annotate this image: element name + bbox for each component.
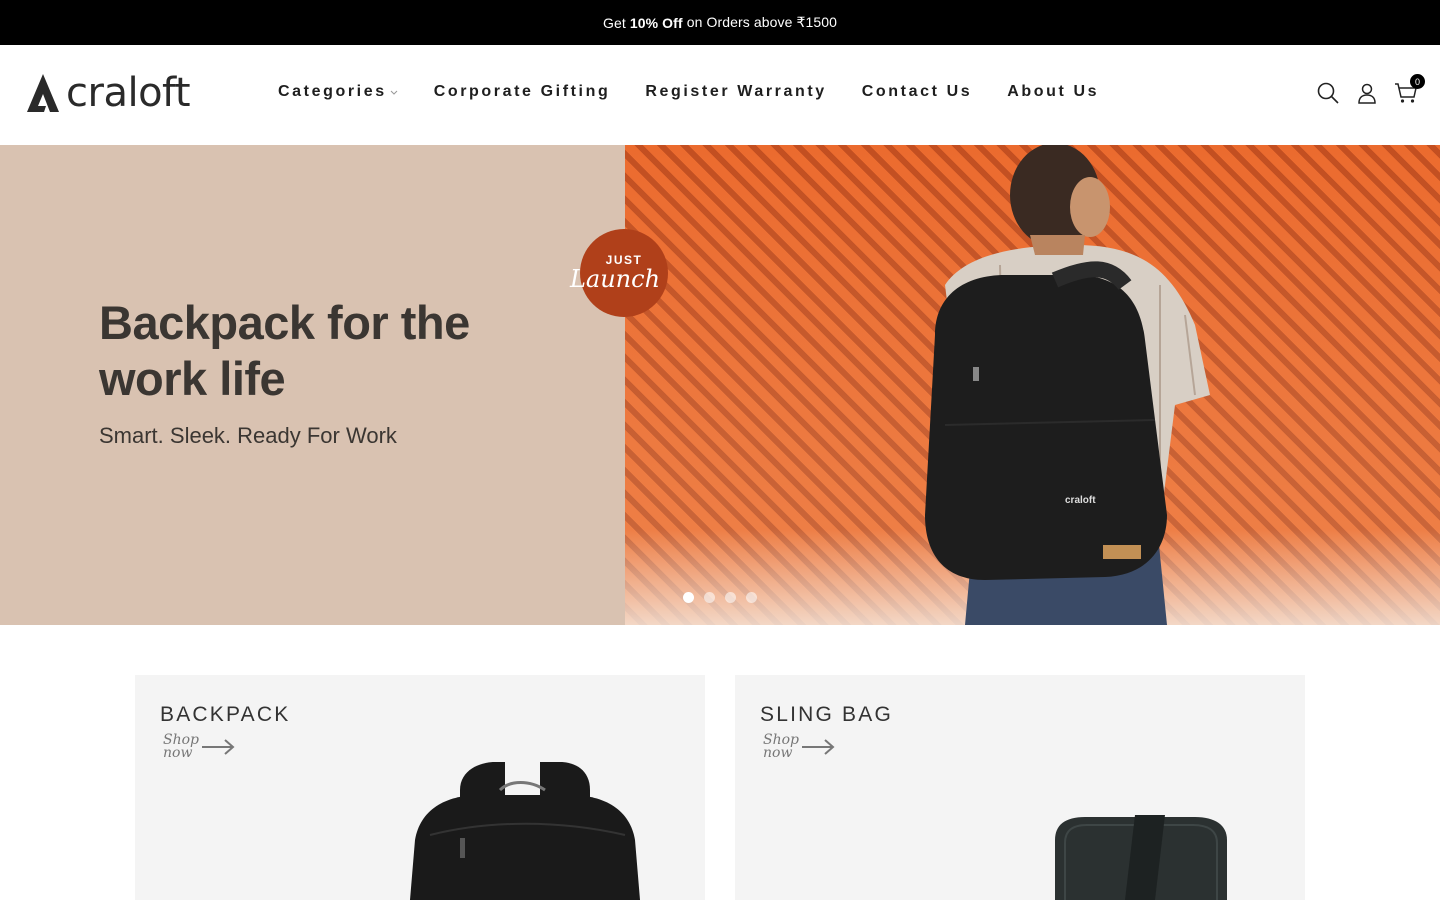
shop-now-link[interactable]: Shop now (763, 732, 835, 761)
announcement-suffix: on Orders above ₹1500 (686, 14, 838, 30)
badge-script-text: Launch (569, 265, 661, 293)
category-card-sling-bag[interactable]: SLING BAG Shop now (735, 675, 1305, 900)
search-icon[interactable] (1316, 81, 1340, 105)
chevron-down-icon (390, 90, 398, 95)
account-icon[interactable] (1355, 81, 1379, 105)
announcement-prefix: Get (602, 14, 626, 31)
nav-categories[interactable]: Categories (278, 83, 399, 101)
nav-register-warranty[interactable]: Register Warranty (645, 83, 826, 101)
announcement-highlight: 10% Off (629, 14, 683, 31)
category-title: SLING BAG (760, 703, 894, 726)
cart-count-badge: 0 (1410, 74, 1425, 89)
carousel-dot-4[interactable] (746, 592, 757, 603)
shop-now-link[interactable]: Shop now (163, 732, 235, 761)
shop-now-label: Shop now (163, 732, 199, 761)
nav-about-us[interactable]: About Us (1007, 83, 1099, 101)
header-icons: 0 (1316, 74, 1425, 105)
cart-icon[interactable]: 0 (1394, 74, 1425, 105)
arrow-right-icon (202, 739, 235, 755)
just-launch-badge: JUST Launch (570, 229, 668, 317)
hero-banner[interactable]: Backpack for the work life Smart. Sleek.… (0, 145, 1440, 625)
carousel-dot-1[interactable] (683, 592, 694, 603)
sling-bag-product-image (1055, 815, 1227, 900)
nav-categories-label: Categories (278, 83, 387, 100)
hero-subtitle: Smart. Sleek. Ready For Work (99, 423, 397, 448)
carousel-dots (683, 592, 767, 603)
nav-corporate-gifting[interactable]: Corporate Gifting (434, 83, 611, 101)
svg-text:craloft: craloft (1065, 495, 1096, 506)
logo[interactable]: craloft (26, 70, 191, 116)
backpack-product-image (410, 762, 640, 900)
shop-now-label: Shop now (763, 732, 799, 761)
arrow-right-icon (802, 739, 835, 755)
category-title: BACKPACK (160, 703, 291, 726)
main-nav: Categories Corporate Gifting Register Wa… (278, 83, 1134, 101)
logo-text: craloft (66, 70, 191, 116)
hero-title: Backpack for the work life (99, 296, 470, 405)
carousel-dot-2[interactable] (704, 592, 715, 603)
nav-contact-us[interactable]: Contact Us (862, 83, 972, 101)
hero-person-with-backpack-image: craloft (925, 145, 1210, 625)
logo-mark-icon (27, 74, 59, 112)
carousel-dot-3[interactable] (725, 592, 736, 603)
category-card-backpack[interactable]: BACKPACK Shop now (135, 675, 705, 900)
site-header: craloft Categories Corporate Gifting Reg… (0, 45, 1440, 145)
announcement-bar: Get 10% Off on Orders above ₹1500 (0, 0, 1440, 45)
